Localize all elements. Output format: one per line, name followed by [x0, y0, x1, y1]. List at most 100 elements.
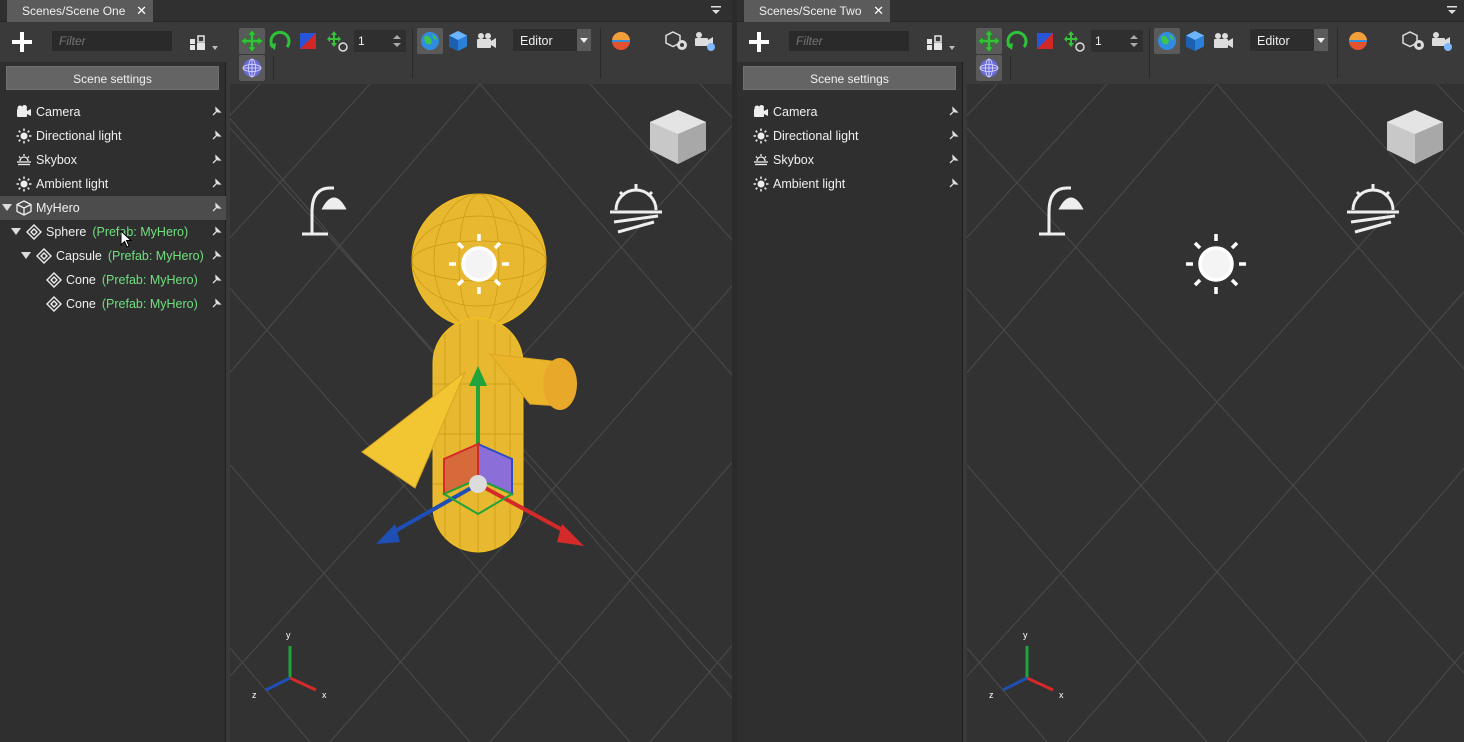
scale-tool-icon[interactable] [295, 28, 321, 54]
scene-settings-button[interactable]: Scene settings [6, 66, 219, 90]
local-space-icon[interactable] [1182, 28, 1208, 54]
tree-item-camera[interactable]: Camera [737, 100, 963, 124]
pin-icon[interactable] [949, 154, 959, 164]
wireframe-sphere-icon[interactable] [976, 55, 1002, 81]
close-icon[interactable]: ✕ [136, 0, 147, 22]
ambient-light-icon [753, 176, 769, 192]
tree-item-skybox[interactable]: Skybox [0, 148, 226, 172]
tree-item-directional-light[interactable]: Directional light [737, 124, 963, 148]
scene-viewport[interactable]: y x z [967, 84, 1464, 742]
pin-icon[interactable] [949, 178, 959, 188]
hierarchy-toolbar [737, 22, 963, 62]
snap-value-stepper[interactable]: 1 [354, 30, 406, 52]
rotate-tool-icon[interactable] [1004, 28, 1030, 54]
tab-bar: Scenes/Scene One ✕ [0, 0, 732, 22]
pane-menu-icon[interactable] [710, 4, 722, 16]
filter-options-icon[interactable] [188, 34, 218, 52]
tree-item-label: Cone [66, 273, 96, 287]
tab-scene-two[interactable]: Scenes/Scene Two ✕ [744, 0, 890, 22]
tree-item-label: Camera [36, 105, 81, 119]
tree-item-text: Cone (Prefab: MyHero) [66, 268, 198, 292]
camera-views-icon[interactable] [473, 28, 499, 54]
toolbar-separator [412, 28, 413, 78]
snap-translate-icon[interactable] [1061, 28, 1087, 54]
tree-item-label: Cone [66, 297, 96, 311]
scale-tool-icon[interactable] [1032, 28, 1058, 54]
tab-scene-one[interactable]: Scenes/Scene One ✕ [7, 0, 153, 22]
pin-icon[interactable] [212, 226, 222, 236]
scene-viewport[interactable]: y x z [230, 84, 732, 742]
filter-input[interactable] [52, 31, 172, 51]
snap-value-stepper[interactable]: 1 [1091, 30, 1143, 52]
camera-icon [754, 105, 768, 117]
material-preview-icon[interactable] [608, 28, 634, 54]
material-preview-icon[interactable] [1345, 28, 1371, 54]
hierarchy-tree: Camera Directional light Skybox Ambient … [737, 100, 963, 196]
pin-icon[interactable] [212, 178, 222, 188]
tree-item-text: Sphere (Prefab: MyHero) [46, 220, 188, 244]
add-entity-button[interactable] [747, 30, 771, 54]
tree-item-camera[interactable]: Camera [0, 100, 226, 124]
tree-item-myhero[interactable]: MyHero [0, 196, 226, 220]
rotate-tool-icon[interactable] [267, 28, 293, 54]
tree-item-skybox[interactable]: Skybox [737, 148, 963, 172]
cube-icon [16, 200, 32, 216]
viewport-toolbar: 1 Editor [969, 22, 1464, 84]
viewport-canvas[interactable]: y x z [967, 84, 1464, 742]
prefab-icon [36, 248, 52, 264]
gizmo-settings-icon[interactable] [1401, 28, 1427, 54]
pin-icon[interactable] [949, 130, 959, 140]
tree-item-sphere[interactable]: Sphere (Prefab: MyHero) [0, 220, 226, 244]
chevron-down-icon[interactable] [577, 29, 591, 51]
viewport-canvas[interactable]: y x z [230, 84, 732, 742]
stepper-arrows-icon[interactable] [1129, 33, 1139, 49]
chevron-down-icon[interactable] [1314, 29, 1328, 51]
pin-icon[interactable] [949, 106, 959, 116]
pin-icon[interactable] [212, 130, 222, 140]
translate-tool-icon[interactable] [976, 28, 1002, 54]
pin-icon[interactable] [212, 202, 222, 212]
close-icon[interactable]: ✕ [873, 0, 884, 22]
stepper-arrows-icon[interactable] [392, 33, 402, 49]
tree-item-text: Cone (Prefab: MyHero) [66, 292, 198, 316]
scene-one-pane: Scenes/Scene One ✕ Scene settings [0, 0, 732, 742]
tree-item-ambient-light[interactable]: Ambient light [737, 172, 963, 196]
filter-options-icon[interactable] [925, 34, 955, 52]
camera-views-icon[interactable] [1210, 28, 1236, 54]
tree-item-cone[interactable]: Cone (Prefab: MyHero) [0, 292, 226, 316]
scene-hierarchy: Scene settings Camera Directional light [0, 22, 226, 742]
prefab-label: (Prefab: MyHero) [92, 225, 189, 239]
tree-item-ambient-light[interactable]: Ambient light [0, 172, 226, 196]
world-space-icon[interactable] [1154, 28, 1180, 54]
camera-settings-icon[interactable] [1429, 28, 1455, 54]
gizmo-settings-icon[interactable] [664, 28, 690, 54]
tree-item-label: Skybox [773, 153, 814, 167]
snap-translate-icon[interactable] [324, 28, 350, 54]
expand-arrow-icon[interactable] [11, 228, 21, 235]
pin-icon[interactable] [212, 250, 222, 260]
pin-icon[interactable] [212, 106, 222, 116]
editor-mode-select[interactable]: Editor [1249, 28, 1329, 52]
mode-value: Editor [520, 34, 553, 48]
tree-item-cone[interactable]: Cone (Prefab: MyHero) [0, 268, 226, 292]
tree-item-directional-light[interactable]: Directional light [0, 124, 226, 148]
pin-icon[interactable] [212, 298, 222, 308]
pin-icon[interactable] [212, 274, 222, 284]
tree-item-capsule[interactable]: Capsule (Prefab: MyHero) [0, 244, 226, 268]
pane-menu-icon[interactable] [1446, 4, 1458, 16]
local-space-icon[interactable] [445, 28, 471, 54]
expand-arrow-icon[interactable] [2, 204, 12, 211]
add-entity-button[interactable] [10, 30, 34, 54]
filter-input[interactable] [789, 31, 909, 51]
world-space-icon[interactable] [417, 28, 443, 54]
pin-icon[interactable] [212, 154, 222, 164]
tree-item-label: Sphere [46, 225, 87, 239]
camera-settings-icon[interactable] [692, 28, 718, 54]
editor-mode-select[interactable]: Editor [512, 28, 592, 52]
translate-tool-icon[interactable] [239, 28, 265, 54]
scene-settings-button[interactable]: Scene settings [743, 66, 956, 90]
wireframe-sphere-icon[interactable] [239, 55, 265, 81]
tab-bar: Scenes/Scene Two ✕ [737, 0, 1464, 22]
expand-arrow-icon[interactable] [21, 252, 31, 259]
tab-title: Scenes/Scene One [22, 4, 126, 18]
